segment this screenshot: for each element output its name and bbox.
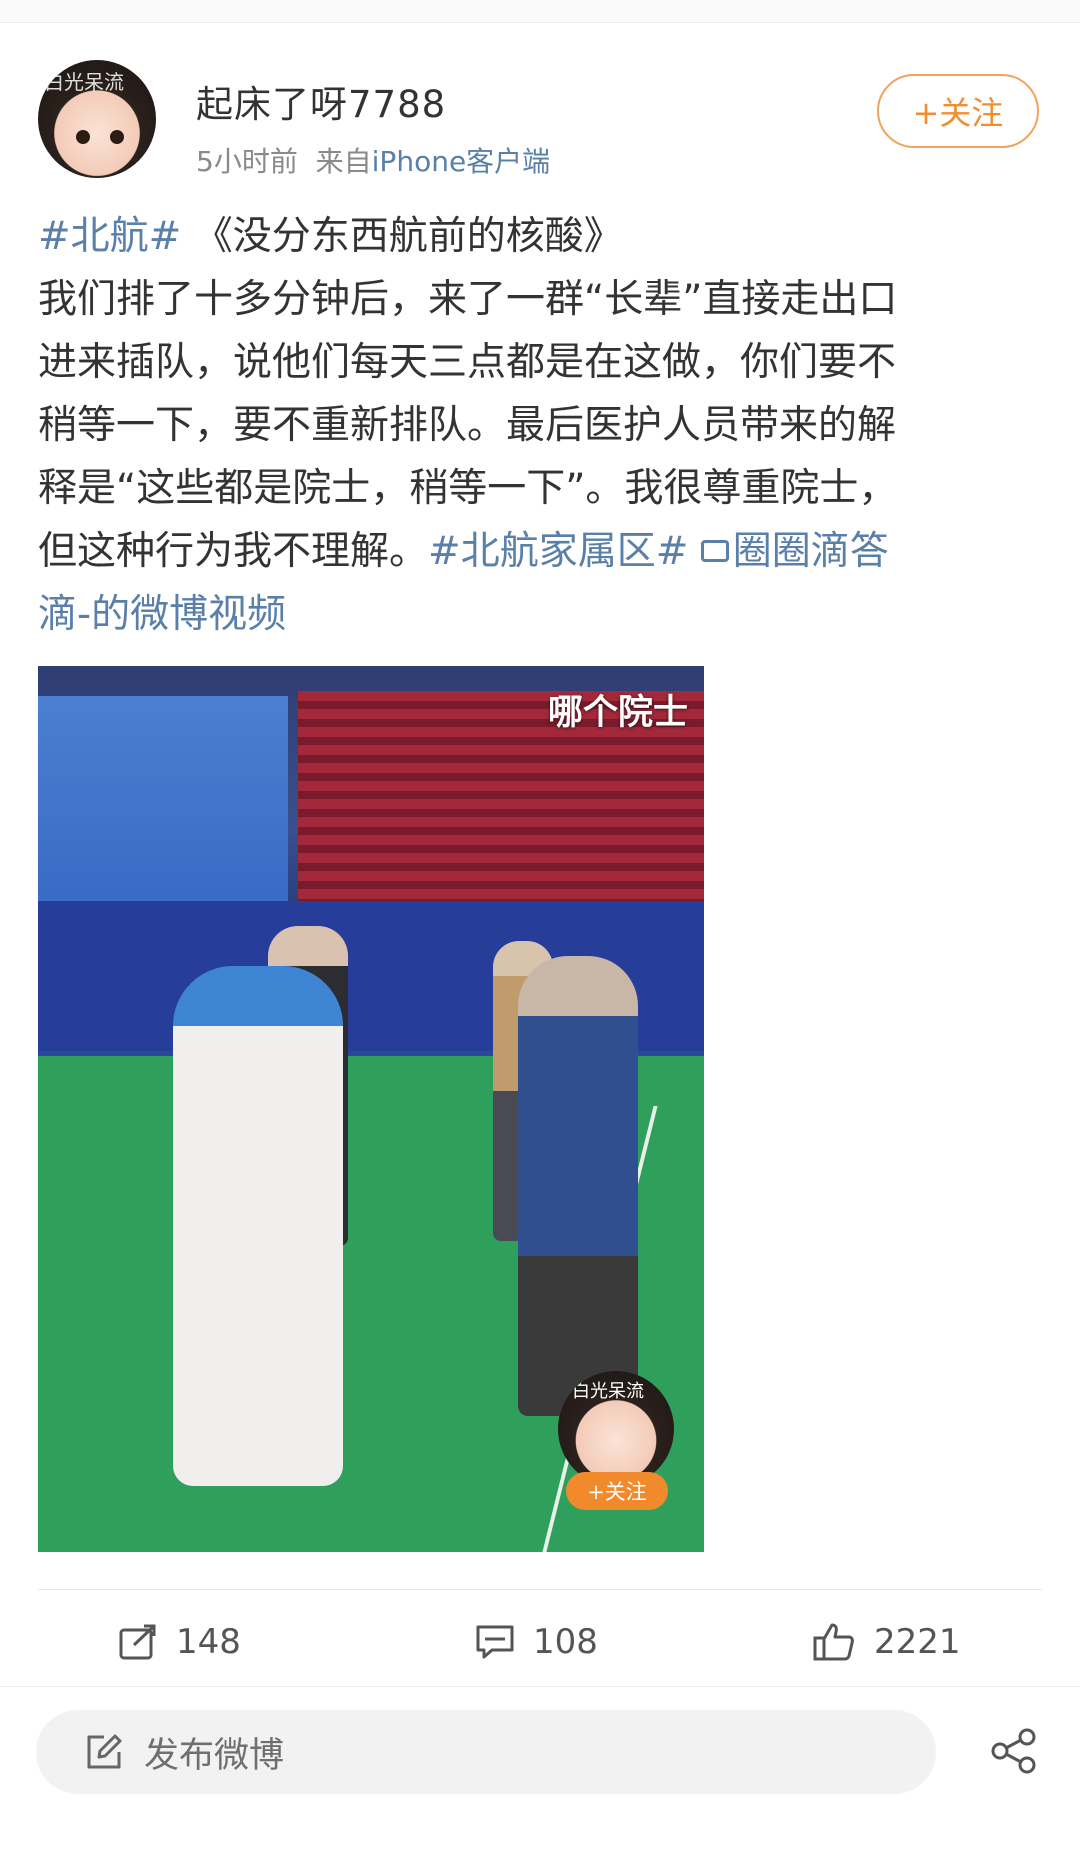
- edit-icon: [87, 1734, 122, 1769]
- repost-icon: [119, 1624, 156, 1660]
- post-line-3: 进来插队，说他们每天三点都是在这做，你们要不: [38, 340, 897, 385]
- hashtag-beihang[interactable]: #北航#: [38, 214, 181, 259]
- video-link-icon: [700, 539, 729, 562]
- post-source[interactable]: iPhone客户端: [372, 145, 551, 178]
- post-line-2: 我们排了十多分钟后，来了一群“长辈”直接走出口: [38, 277, 898, 322]
- scene-person-blue: [518, 956, 638, 1416]
- avatar-eye-left: [76, 130, 90, 144]
- scene-person-nurse: [173, 966, 343, 1486]
- video-author-avatar[interactable]: 白光呆流: [558, 1371, 674, 1487]
- avatar-watermark: 白光呆流: [44, 70, 124, 94]
- share-icon: [991, 1728, 1036, 1774]
- video-thumbnail[interactable]: 哪个院士 白光呆流 +关注: [38, 666, 704, 1552]
- source-prefix: 来自: [315, 145, 372, 178]
- post-line-7: 滴-的微博视频: [38, 583, 1048, 646]
- repost-button[interactable]: 148: [118, 1612, 241, 1672]
- avatar-eye-right: [110, 130, 124, 144]
- post-body: #北航# 《没分东西航前的核酸》 我们排了十多分钟后，来了一群“长辈”直接走出口…: [38, 205, 1048, 646]
- video-avatar-watermark: 白光呆流: [572, 1381, 644, 1402]
- video-caption: 哪个院士: [548, 693, 689, 733]
- video-link-part-2[interactable]: 滴-的微博视频: [38, 592, 286, 637]
- post-line-4: 稍等一下，要不重新排队。最后医护人员带来的解: [38, 403, 897, 448]
- like-count: 2221: [874, 1622, 961, 1662]
- post-line-5: 释是“这些都是院士，稍等一下”。我很尊重院士，: [38, 466, 898, 511]
- top-divider: [0, 0, 1080, 23]
- hashtag-family-area[interactable]: #北航家属区#: [428, 529, 688, 574]
- comment-button[interactable]: 108: [475, 1612, 598, 1672]
- bottom-bar-divider: [0, 1686, 1080, 1687]
- repost-count: 148: [176, 1622, 241, 1662]
- follow-button[interactable]: +关注: [877, 74, 1039, 148]
- share-button[interactable]: [990, 1728, 1038, 1778]
- video-follow-button[interactable]: +关注: [566, 1472, 668, 1510]
- post-line-6: 但这种行为我不理解。#北航家属区# 圈圈滴答: [38, 520, 1048, 583]
- like-button[interactable]: 2221: [812, 1612, 961, 1672]
- post-line-1: #北航# 《没分东西航前的核酸》: [38, 205, 1048, 268]
- post-title: 《没分东西航前的核酸》: [193, 214, 623, 259]
- thumbs-up-icon: [813, 1623, 854, 1661]
- author-name[interactable]: 起床了呀7788: [196, 74, 446, 128]
- comment-icon: [476, 1625, 514, 1659]
- video-link-part-1[interactable]: 圈圈滴答: [733, 529, 889, 574]
- actions-divider: [38, 1589, 1042, 1590]
- compose-input[interactable]: 发布微博: [36, 1710, 936, 1794]
- post-time: 5小时前: [196, 145, 298, 178]
- post-line-6-text: 但这种行为我不理解。: [38, 529, 429, 574]
- compose-placeholder: 发布微博: [144, 1735, 285, 1776]
- author-avatar[interactable]: 白光呆流: [38, 60, 156, 178]
- comment-count: 108: [533, 1622, 598, 1662]
- post-meta: 5小时前 来自iPhone客户端: [196, 140, 550, 180]
